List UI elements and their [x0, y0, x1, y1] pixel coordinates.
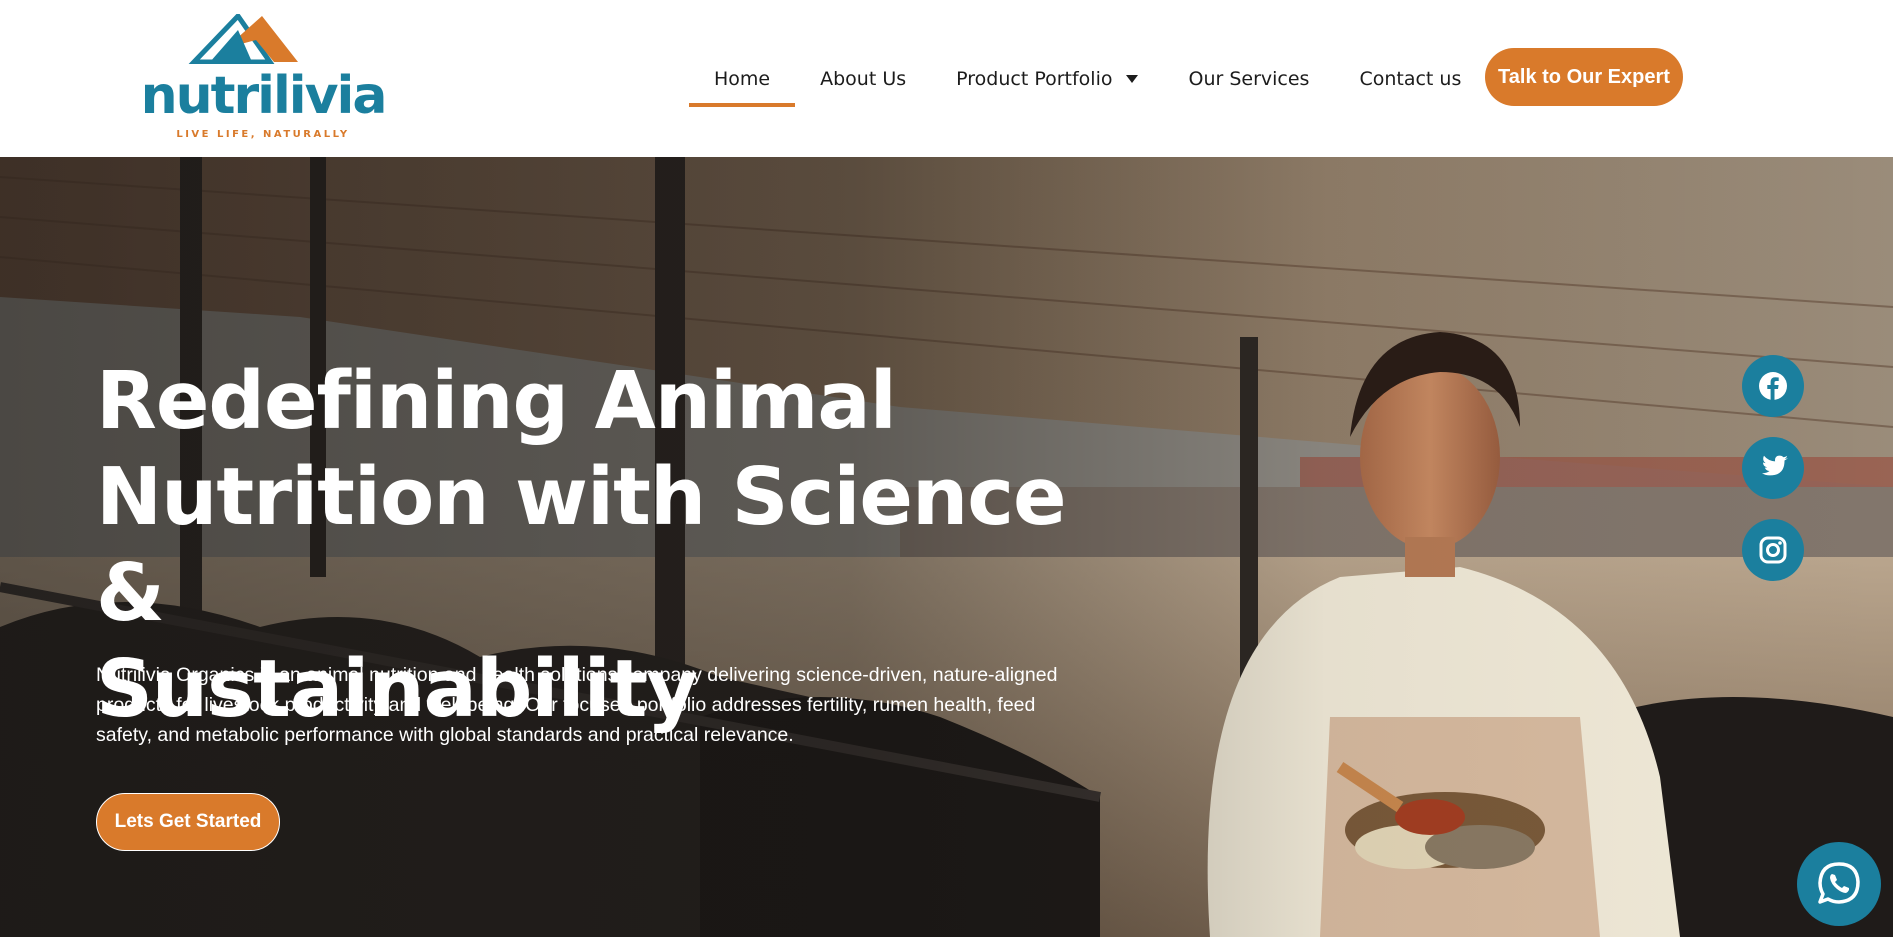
brand-tagline: LIVE LIFE, NATURALLY — [176, 129, 350, 140]
caret-down-icon — [1126, 74, 1139, 83]
twitter-icon — [1761, 455, 1788, 476]
hero-title-line: Redefining Animal — [96, 355, 897, 447]
facebook-link[interactable] — [1742, 355, 1804, 417]
hero-title-line: Nutrition with Science & — [96, 451, 1067, 639]
facebook-icon — [1759, 372, 1787, 400]
nav-item-label: Contact us — [1359, 67, 1462, 90]
hero-description-line: safety, and metabolic performance with g… — [96, 724, 794, 746]
nav-item-label: About Us — [820, 67, 907, 90]
nav-item-our-services[interactable]: Our Services — [1163, 0, 1334, 157]
nav-item-contact-us[interactable]: Contact us — [1334, 0, 1486, 157]
hero-section: Redefining Animal Nutrition with Science… — [0, 157, 1893, 937]
whatsapp-icon — [1818, 862, 1860, 904]
nav-item-label: Product Portfolio — [956, 67, 1113, 90]
twitter-link[interactable] — [1742, 437, 1804, 499]
whatsapp-chat-button[interactable] — [1797, 842, 1881, 926]
hero-description-line: products for livestock productivity and … — [96, 694, 1036, 716]
instagram-icon — [1759, 536, 1787, 564]
brand-logo[interactable]: nutrilivia LIVE LIFE, NATURALLY — [138, 14, 388, 140]
main-nav: Home About Us Product Portfolio Our Serv… — [689, 0, 1486, 157]
nav-item-label: Home — [714, 67, 771, 90]
site-header: nutrilivia LIVE LIFE, NATURALLY Home Abo… — [0, 0, 1893, 157]
nav-item-about-us[interactable]: About Us — [795, 0, 931, 157]
nav-item-product-portfolio[interactable]: Product Portfolio — [931, 0, 1163, 157]
nav-item-home[interactable]: Home — [689, 0, 796, 157]
hero-description: Nutrilivia Organics is an animal nutriti… — [96, 660, 1096, 750]
talk-to-expert-button[interactable]: Talk to Our Expert — [1485, 48, 1683, 106]
nav-item-label: Our Services — [1188, 67, 1310, 90]
brand-wordmark: nutrilivia — [140, 66, 388, 126]
instagram-link[interactable] — [1742, 519, 1804, 581]
hero-description-line: Nutrilivia Organics is an animal nutriti… — [96, 664, 1058, 686]
mountain-logo-icon — [188, 14, 298, 64]
lets-get-started-button[interactable]: Lets Get Started — [96, 793, 280, 851]
